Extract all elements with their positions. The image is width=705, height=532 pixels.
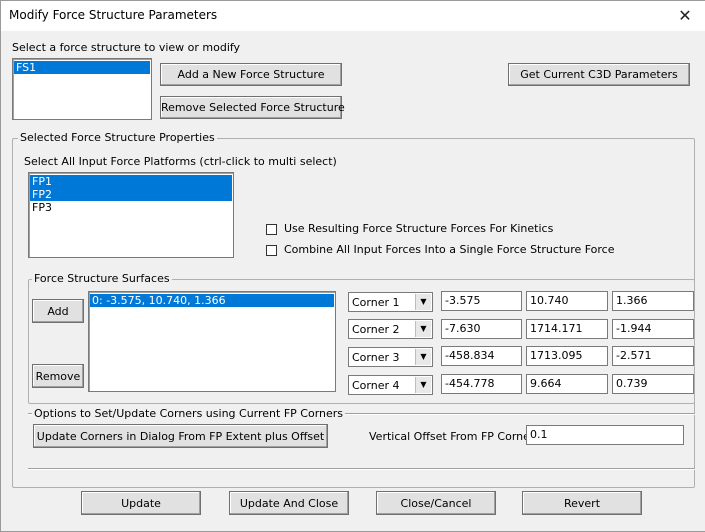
close-icon[interactable]: ✕	[665, 1, 705, 31]
chevron-down-icon[interactable]: ▼	[415, 349, 431, 365]
update-button[interactable]: Update	[81, 491, 201, 515]
corner-2-x-field[interactable]: -7.630	[441, 319, 522, 339]
corner-3-select-value: Corner 3	[352, 351, 400, 364]
dialog-window: Modify Force Structure Parameters ✕ Sele…	[0, 0, 705, 532]
corner-1-z-field[interactable]: 1.366	[612, 291, 694, 311]
surfaces-listbox[interactable]: 0: -3.575, 10.740, 1.366	[88, 291, 336, 392]
corner-3-z-field[interactable]: -2.571	[612, 346, 694, 366]
corner-1-x-field[interactable]: -3.575	[441, 291, 522, 311]
corner-4-z-field[interactable]: 0.739	[612, 374, 694, 394]
vertical-offset-label: Vertical Offset From FP Corners	[369, 430, 541, 443]
options-group-label: Options to Set/Update Corners using Curr…	[32, 407, 346, 420]
surfaces-group-label: Force Structure Surfaces	[32, 272, 172, 285]
corner-2-z-field[interactable]: -1.944	[612, 319, 694, 339]
add-surface-button[interactable]: Add	[32, 299, 84, 323]
chevron-down-icon[interactable]: ▼	[415, 294, 431, 310]
corner-3-x-field[interactable]: -458.834	[441, 346, 522, 366]
corner-4-x-field[interactable]: -454.778	[441, 374, 522, 394]
properties-group-label: Selected Force Structure Properties	[18, 131, 217, 144]
remove-force-structure-button[interactable]: Remove Selected Force Structure	[160, 96, 345, 119]
corner-3-select[interactable]: Corner 3 ▼	[348, 347, 433, 367]
remove-surface-button[interactable]: Remove	[32, 364, 84, 388]
corner-3-y-field[interactable]: 1713.095	[526, 346, 608, 366]
structure-listbox[interactable]: FS1	[12, 58, 152, 120]
combine-forces-checkbox[interactable]	[266, 245, 277, 256]
platform-item[interactable]: FP1	[30, 175, 232, 188]
platforms-prompt: Select All Input Force Platforms (ctrl-c…	[24, 155, 337, 168]
update-corners-button[interactable]: Update Corners in Dialog From FP Extent …	[33, 424, 328, 448]
corner-4-y-field[interactable]: 9.664	[526, 374, 608, 394]
chevron-down-icon[interactable]: ▼	[415, 321, 431, 337]
corner-2-y-field[interactable]: 1714.171	[526, 319, 608, 339]
corner-4-select-value: Corner 4	[352, 379, 400, 392]
corner-2-select[interactable]: Corner 2 ▼	[348, 319, 433, 339]
structure-prompt: Select a force structure to view or modi…	[12, 41, 241, 54]
corner-1-y-field[interactable]: 10.740	[526, 291, 608, 311]
platform-item[interactable]: FP3	[30, 201, 233, 214]
use-resulting-forces-label: Use Resulting Force Structure Forces For…	[284, 222, 554, 235]
corner-1-select[interactable]: Corner 1 ▼	[348, 292, 433, 312]
get-c3d-parameters-button[interactable]: Get Current C3D Parameters	[508, 63, 690, 86]
surface-item[interactable]: 0: -3.575, 10.740, 1.366	[90, 294, 334, 307]
chevron-down-icon[interactable]: ▼	[415, 377, 431, 393]
corner-2-select-value: Corner 2	[352, 323, 400, 336]
platform-item[interactable]: FP2	[30, 188, 232, 201]
use-resulting-forces-checkbox[interactable]	[266, 224, 277, 235]
corner-4-select[interactable]: Corner 4 ▼	[348, 375, 433, 395]
structure-item[interactable]: FS1	[14, 61, 150, 74]
options-bottom-divider	[28, 468, 695, 470]
vertical-offset-field[interactable]: 0.1	[526, 425, 684, 445]
revert-button[interactable]: Revert	[522, 491, 642, 515]
platforms-listbox[interactable]: FP1 FP2 FP3	[28, 172, 234, 258]
combine-forces-label: Combine All Input Forces Into a Single F…	[284, 243, 615, 256]
update-and-close-button[interactable]: Update And Close	[229, 491, 349, 515]
title-bar: Modify Force Structure Parameters ✕	[1, 1, 705, 31]
close-cancel-button[interactable]: Close/Cancel	[376, 491, 496, 515]
window-title: Modify Force Structure Parameters	[9, 8, 218, 22]
add-force-structure-button[interactable]: Add a New Force Structure	[160, 63, 342, 86]
corner-1-select-value: Corner 1	[352, 296, 400, 309]
